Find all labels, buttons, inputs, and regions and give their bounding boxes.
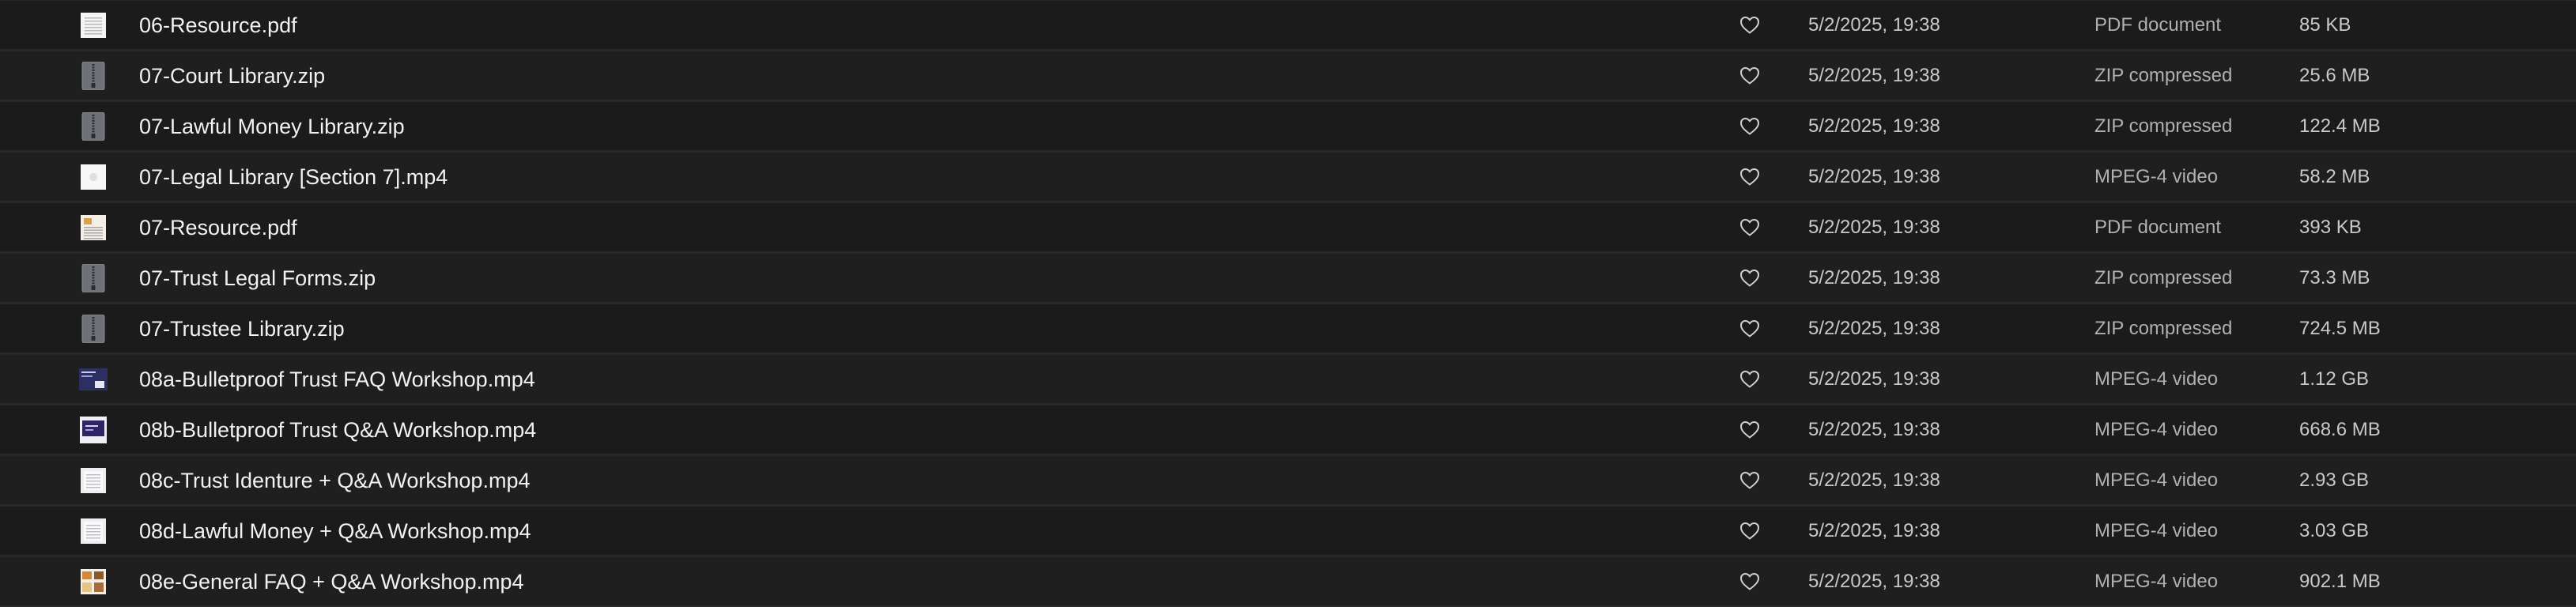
file-date: 5/2/2025, 19:38 <box>1808 217 1940 238</box>
favorite-heart-icon[interactable] <box>1739 218 1760 237</box>
favorite-heart-icon[interactable] <box>1739 572 1760 591</box>
file-date: 5/2/2025, 19:38 <box>1808 267 1940 288</box>
file-size: 85 KB <box>2299 14 2351 36</box>
pdf-color-icon <box>79 213 108 242</box>
video-thumb-doc-icon <box>79 466 108 495</box>
file-row[interactable]: 07-Resource.pdf 5/2/2025, 19:38 PDF docume… <box>0 202 2576 253</box>
file-kind: PDF document <box>2094 217 2222 238</box>
favorite-heart-icon[interactable] <box>1739 420 1760 439</box>
file-row[interactable]: 08b-Bulletproof Trust Q&A Workshop.mp4 5/… <box>0 405 2576 455</box>
file-kind: MPEG-4 video <box>2094 419 2219 440</box>
file-date: 5/2/2025, 19:38 <box>1808 65 1940 86</box>
file-row[interactable]: 07-Legal Library [Section 7].mp4 5/2/2025… <box>0 152 2576 202</box>
file-name[interactable]: 07-Trustee Library.zip <box>139 304 345 354</box>
file-name[interactable]: 07-Legal Library [Section 7].mp4 <box>139 152 448 202</box>
file-kind: MPEG-4 video <box>2094 520 2219 541</box>
favorite-heart-icon[interactable] <box>1739 16 1760 35</box>
file-date: 5/2/2025, 19:38 <box>1808 166 1940 187</box>
file-row[interactable]: 06-Resource.pdf 5/2/2025, 19:38 PDF docume… <box>0 0 2576 51</box>
file-kind: MPEG-4 video <box>2094 368 2219 390</box>
favorite-heart-icon[interactable] <box>1739 370 1760 389</box>
file-size: 58.2 MB <box>2299 166 2370 187</box>
file-row[interactable]: 07-Court Library.zip 5/2/2025, 19:38 ZIP c… <box>0 51 2576 101</box>
favorite-heart-icon[interactable] <box>1739 522 1760 541</box>
zip-icon <box>79 314 108 344</box>
file-date: 5/2/2025, 19:38 <box>1808 115 1940 137</box>
file-kind: ZIP compressed <box>2094 267 2233 288</box>
file-size: 3.03 GB <box>2299 520 2370 541</box>
file-date: 5/2/2025, 19:38 <box>1808 368 1940 390</box>
file-row[interactable]: 07-Trust Legal Forms.zip 5/2/2025, 19:38 Z… <box>0 253 2576 304</box>
file-name[interactable]: 08a-Bulletproof Trust FAQ Workshop.mp4 <box>139 354 535 405</box>
file-name[interactable]: 07-Court Library.zip <box>139 51 325 101</box>
file-date: 5/2/2025, 19:38 <box>1808 14 1940 36</box>
file-kind: MPEG-4 video <box>2094 571 2219 592</box>
file-row[interactable]: 08a-Bulletproof Trust FAQ Workshop.mp4 5/… <box>0 354 2576 405</box>
favorite-heart-icon[interactable] <box>1739 471 1760 490</box>
file-row[interactable]: 08d-Lawful Money + Q&A Workshop.mp4 5/2/2… <box>0 506 2576 556</box>
file-size: 668.6 MB <box>2299 419 2381 440</box>
file-date: 5/2/2025, 19:38 <box>1808 571 1940 592</box>
file-size: 724.5 MB <box>2299 318 2381 339</box>
file-kind: ZIP compressed <box>2094 115 2233 137</box>
video-thumb-doc-icon <box>79 517 108 545</box>
file-kind: PDF document <box>2094 14 2222 36</box>
file-kind: MPEG-4 video <box>2094 469 2219 491</box>
file-kind: MPEG-4 video <box>2094 166 2219 187</box>
file-size: 25.6 MB <box>2299 65 2370 86</box>
file-row[interactable]: 07-Lawful Money Library.zip 5/2/2025, 19:… <box>0 101 2576 152</box>
file-name[interactable]: 06-Resource.pdf <box>139 0 297 51</box>
file-kind: ZIP compressed <box>2094 65 2233 86</box>
file-size: 2.93 GB <box>2299 469 2370 491</box>
video-thumb-white-icon <box>79 163 108 191</box>
file-name[interactable]: 07-Resource.pdf <box>139 202 297 253</box>
file-size: 73.3 MB <box>2299 267 2370 288</box>
file-size: 122.4 MB <box>2299 115 2381 137</box>
file-name[interactable]: 08b-Bulletproof Trust Q&A Workshop.mp4 <box>139 405 536 455</box>
file-name[interactable]: 08c-Trust Identure + Q&A Workshop.mp4 <box>139 455 530 506</box>
file-kind: ZIP compressed <box>2094 318 2233 339</box>
file-row[interactable]: 08c-Trust Identure + Q&A Workshop.mp4 5/2… <box>0 455 2576 506</box>
file-date: 5/2/2025, 19:38 <box>1808 318 1940 339</box>
video-thumb-dark-icon <box>79 365 108 394</box>
favorite-heart-icon[interactable] <box>1739 269 1760 288</box>
favorite-heart-icon[interactable] <box>1739 319 1760 338</box>
file-row[interactable]: 08e-General FAQ + Q&A Workshop.mp4 5/2/20… <box>0 556 2576 607</box>
file-row[interactable]: 07-Trustee Library.zip 5/2/2025, 19:38 ZIP… <box>0 304 2576 354</box>
file-name[interactable]: 07-Lawful Money Library.zip <box>139 101 405 152</box>
file-name[interactable]: 07-Trust Legal Forms.zip <box>139 253 376 304</box>
zip-icon <box>79 61 108 91</box>
file-size: 393 KB <box>2299 217 2362 238</box>
file-date: 5/2/2025, 19:38 <box>1808 520 1940 541</box>
file-date: 5/2/2025, 19:38 <box>1808 419 1940 440</box>
pdf-icon <box>79 11 108 40</box>
file-date: 5/2/2025, 19:38 <box>1808 469 1940 491</box>
favorite-heart-icon[interactable] <box>1739 168 1760 187</box>
file-list: 06-Resource.pdf 5/2/2025, 19:38 PDF docume… <box>0 0 2576 607</box>
favorite-heart-icon[interactable] <box>1739 117 1760 136</box>
file-name[interactable]: 08e-General FAQ + Q&A Workshop.mp4 <box>139 556 524 607</box>
video-thumb-purple-icon <box>79 416 108 444</box>
file-size: 902.1 MB <box>2299 571 2381 592</box>
video-thumb-color-icon <box>79 567 108 596</box>
file-name[interactable]: 08d-Lawful Money + Q&A Workshop.mp4 <box>139 506 531 556</box>
zip-icon <box>79 111 108 141</box>
file-size: 1.12 GB <box>2299 368 2370 390</box>
favorite-heart-icon[interactable] <box>1739 66 1760 85</box>
zip-icon <box>79 263 108 293</box>
